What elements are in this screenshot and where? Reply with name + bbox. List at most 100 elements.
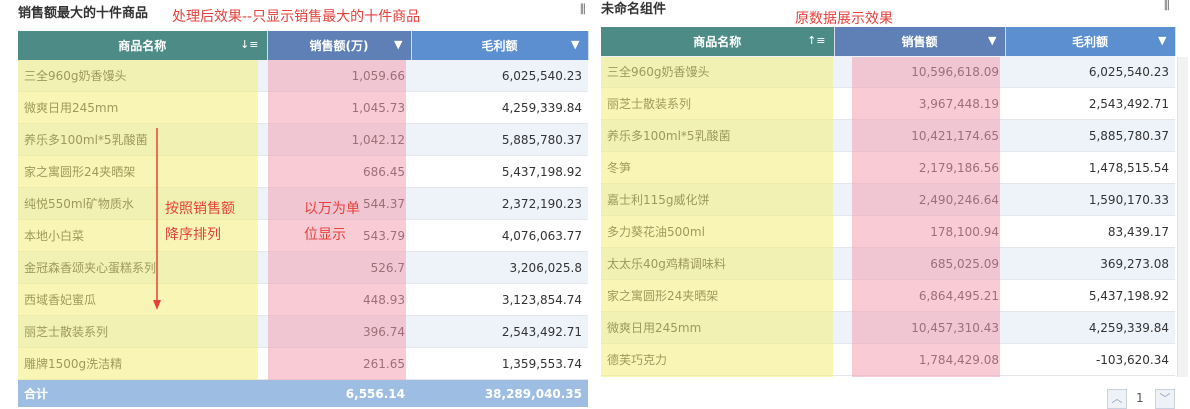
left-widget-title: 销售额最大的十件商品 xyxy=(18,6,149,21)
product-name-cell: 冬笋 xyxy=(601,151,834,184)
profit-cell: 4,259,339.84 xyxy=(1005,311,1175,344)
header-label: 商品名称 xyxy=(693,35,742,49)
product-name-cell: 养乐多100ml*5乳酸菌 xyxy=(601,119,834,152)
table-row[interactable]: 金冠森香颂夹心蛋糕系列 526.7 3,206,025.8 xyxy=(18,251,588,284)
header-label: 毛利额 xyxy=(481,39,518,53)
sales-cell: 1,045.73 xyxy=(267,91,411,124)
table-row[interactable]: 多力葵花油500ml 178,100.94 83,439.17 xyxy=(601,215,1175,248)
table-row[interactable]: 微爽日用245mm 1,045.73 4,259,339.84 xyxy=(18,91,588,124)
total-row: 合计 6,556.14 38,289,040.35 xyxy=(18,379,588,407)
sales-cell: 178,100.94 xyxy=(834,215,1005,248)
table-row[interactable]: 西域香妃蜜瓜 448.93 3,123,854.74 xyxy=(18,283,588,316)
chevron-down-icon[interactable]: ﹀ xyxy=(1155,389,1175,409)
annotation-sort-line1: 按照销售额 xyxy=(165,201,235,217)
product-name-cell: 雕牌1500g洗洁精 xyxy=(18,347,267,380)
annotation-sort-line2: 降序排列 xyxy=(165,227,221,243)
table-row[interactable]: 家之寓圆形24夹晒架 6,864,495.21 5,437,198.92 xyxy=(601,279,1175,312)
profit-cell: 6,025,540.23 xyxy=(411,60,588,92)
profit-cell: 6,025,540.23 xyxy=(1005,56,1175,88)
table-row[interactable]: 雕牌1500g洗洁精 261.65 1,359,553.74 xyxy=(18,347,588,380)
product-name-cell: 西域香妃蜜瓜 xyxy=(18,283,267,316)
sales-cell: 6,864,495.21 xyxy=(834,279,1005,312)
filter-icon[interactable]: ▼ xyxy=(394,38,402,51)
table-row[interactable]: 丽芝士散装系列 396.74 2,543,492.71 xyxy=(18,315,588,348)
product-name-cell: 太太乐40g鸡精调味料 xyxy=(601,247,834,280)
profit-cell: 2,372,190.23 xyxy=(411,187,588,220)
vertical-scrollbar[interactable] xyxy=(1177,57,1188,377)
sort-arrow-icon xyxy=(153,128,161,310)
profit-cell: 1,478,515.54 xyxy=(1005,151,1175,184)
sales-cell: 526.7 xyxy=(267,251,411,284)
profit-cell: 2,543,492.71 xyxy=(1005,87,1175,120)
left-header-profit[interactable]: 毛利额 ▼ xyxy=(411,31,589,60)
table-row[interactable]: 家之寓圆形24夹晒架 686.45 5,437,198.92 xyxy=(18,155,588,188)
sales-cell: 1,784,429.08 xyxy=(834,343,1005,376)
profit-cell: -103,620.34 xyxy=(1005,343,1175,376)
left-header-sales[interactable]: 销售额(万) ▼ xyxy=(267,31,412,60)
table-row[interactable]: 丽芝士散装系列 3,967,448.19 2,543,492.71 xyxy=(601,87,1175,120)
right-header-sales[interactable]: 销售额 ▼ xyxy=(834,27,1006,56)
table-row[interactable]: 养乐多100ml*5乳酸菌 10,421,174.65 5,885,780.37 xyxy=(601,119,1175,152)
product-name-cell: 嘉士利115g威化饼 xyxy=(601,183,834,216)
right-header-product-name[interactable]: 商品名称 ↑≡ xyxy=(601,27,835,56)
profit-cell: 83,439.17 xyxy=(1005,215,1175,248)
sales-cell: 685,025.09 xyxy=(834,247,1005,280)
product-name-cell: 微爽日用245mm xyxy=(601,311,834,344)
left-data-table: 商品名称 ↓≡ 销售额(万) ▼ 毛利额 ▼ 三全960g奶香馒头 1,059.6… xyxy=(18,31,589,407)
column-menu-icon[interactable]: ⫼ xyxy=(1164,0,1170,13)
product-name-cell: 金冠森香颂夹心蛋糕系列 xyxy=(18,251,267,284)
header-label: 毛利额 xyxy=(1071,35,1108,49)
table-row[interactable]: 纯悦550ml矿物质水 544.37 2,372,190.23 xyxy=(18,187,588,220)
sales-cell: 10,457,310.43 xyxy=(834,311,1005,344)
profit-cell: 5,885,780.37 xyxy=(1005,119,1175,152)
header-label: 销售额 xyxy=(901,35,938,49)
table-row[interactable]: 嘉士利115g威化饼 2,490,246.64 1,590,170.33 xyxy=(601,183,1175,216)
product-name-cell: 丽芝士散装系列 xyxy=(601,87,834,120)
table-row[interactable]: 养乐多100ml*5乳酸菌 1,042.12 5,885,780.37 xyxy=(18,123,588,156)
dropdown-icon[interactable]: ▼ xyxy=(1158,34,1166,47)
table-row[interactable]: 太太乐40g鸡精调味料 685,025.09 369,273.08 xyxy=(601,247,1175,280)
sales-cell: 2,179,186.56 xyxy=(834,151,1005,184)
sales-cell: 10,596,618.09 xyxy=(834,56,1005,88)
column-menu-icon[interactable]: ⫼ xyxy=(580,2,586,17)
chevron-up-icon[interactable]: ︿ xyxy=(1107,389,1127,409)
sort-desc-icon[interactable]: ↓≡ xyxy=(240,38,258,51)
product-name-cell: 丽芝士散装系列 xyxy=(18,315,267,348)
right-header-profit[interactable]: 毛利额 ▼ xyxy=(1005,27,1176,56)
profit-cell: 5,437,198.92 xyxy=(411,155,588,188)
annotation-top-left: 处理后效果--只显示销售最大的十件商品 xyxy=(172,9,421,25)
sales-cell: 686.45 xyxy=(267,155,411,188)
product-name-cell: 微爽日用245mm xyxy=(18,91,267,124)
profit-cell: 4,076,063.77 xyxy=(411,219,588,252)
table-row[interactable]: 微爽日用245mm 10,457,310.43 4,259,339.84 xyxy=(601,311,1175,344)
product-name-cell: 家之寓圆形24夹晒架 xyxy=(601,279,834,312)
dropdown-icon[interactable]: ▼ xyxy=(988,34,996,47)
profit-cell: 1,359,553.74 xyxy=(411,347,588,380)
product-name-cell: 养乐多100ml*5乳酸菌 xyxy=(18,123,267,156)
sales-cell: 261.65 xyxy=(267,347,411,380)
right-data-table: 商品名称 ↑≡ 销售额 ▼ 毛利额 ▼ 三全960g奶香馒头 10,596,618… xyxy=(601,27,1176,376)
table-row[interactable]: 本地小白菜 543.79 4,076,063.77 xyxy=(18,219,588,252)
total-profit: 38,289,040.35 xyxy=(411,379,588,407)
table-row[interactable]: 德芙巧克力 1,784,429.08 -103,620.34 xyxy=(601,343,1175,376)
total-sales: 6,556.14 xyxy=(267,379,411,407)
table-row[interactable]: 冬笋 2,179,186.56 1,478,515.54 xyxy=(601,151,1175,184)
annotation-unit-line2: 位显示 xyxy=(304,227,346,243)
sales-cell: 10,421,174.65 xyxy=(834,119,1005,152)
product-name-cell: 家之寓圆形24夹晒架 xyxy=(18,155,267,188)
sales-cell: 1,042.12 xyxy=(267,123,411,156)
profit-cell: 4,259,339.84 xyxy=(411,91,588,124)
table-row[interactable]: 三全960g奶香馒头 1,059.66 6,025,540.23 xyxy=(18,60,588,92)
profit-cell: 3,123,854.74 xyxy=(411,283,588,316)
left-header-product-name[interactable]: 商品名称 ↓≡ xyxy=(18,31,268,60)
product-name-cell: 本地小白菜 xyxy=(18,219,267,252)
dropdown-icon[interactable]: ▼ xyxy=(571,38,579,51)
header-label: 商品名称 xyxy=(118,39,167,53)
sort-asc-icon[interactable]: ↑≡ xyxy=(807,34,825,47)
profit-cell: 5,885,780.37 xyxy=(411,123,588,156)
sales-cell: 1,059.66 xyxy=(267,60,411,92)
product-name-cell: 三全960g奶香馒头 xyxy=(601,56,834,88)
header-label: 销售额(万) xyxy=(309,39,369,53)
total-label: 合计 xyxy=(18,379,267,407)
table-row[interactable]: 三全960g奶香馒头 10,596,618.09 6,025,540.23 xyxy=(601,56,1175,88)
